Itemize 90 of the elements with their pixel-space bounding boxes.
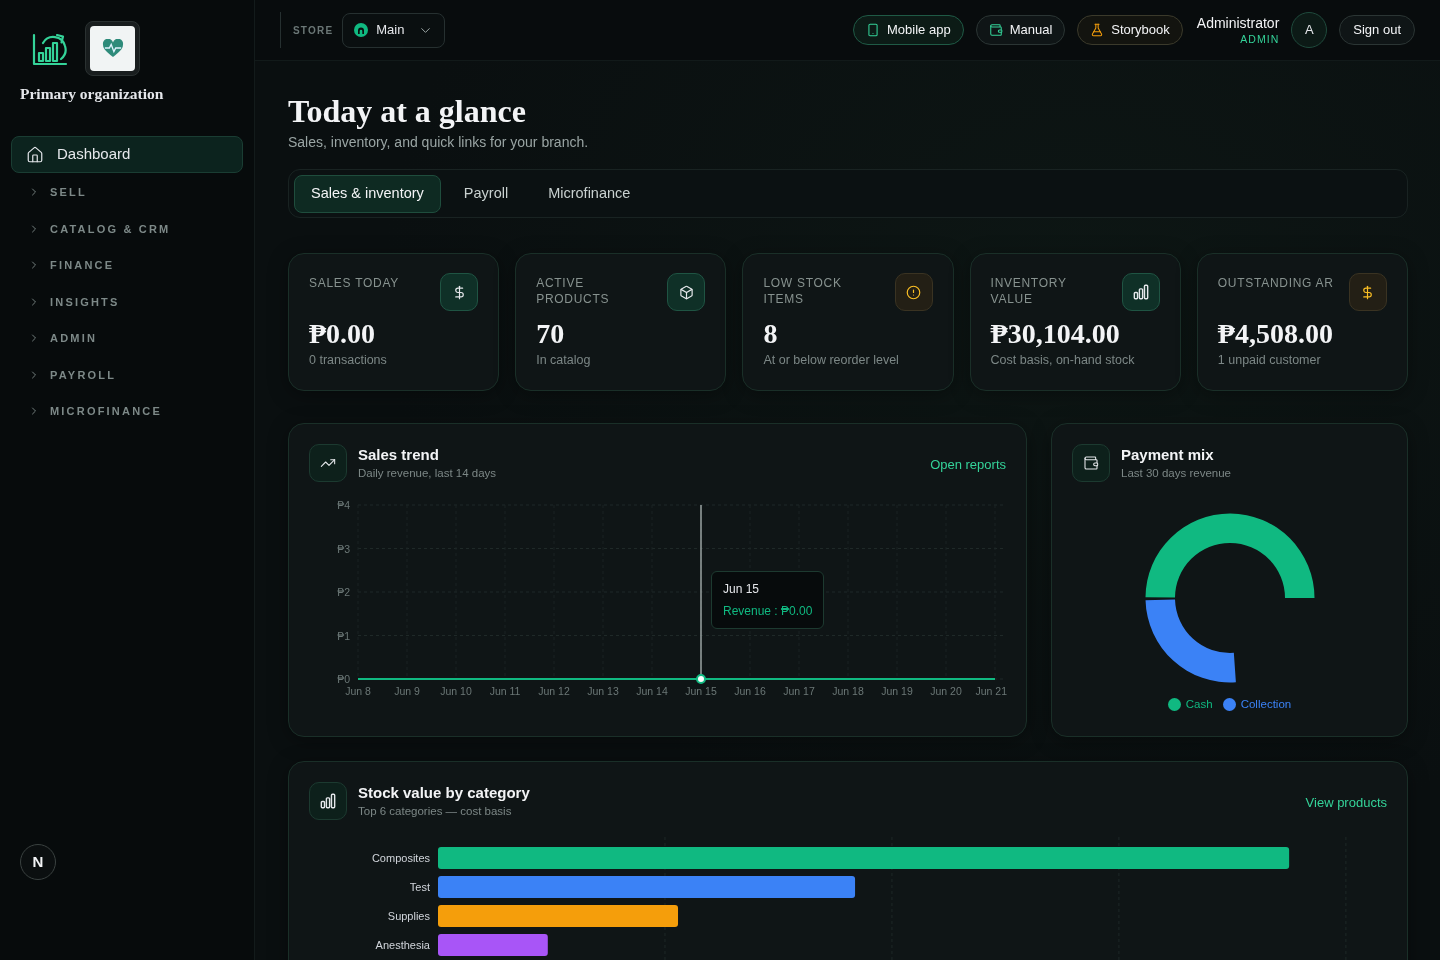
bar-chart-icon: [1121, 273, 1160, 311]
growth-chart-icon: [32, 31, 68, 66]
card-subtitle: Last 30 days revenue: [1121, 466, 1231, 481]
bar-chart-icon: [309, 782, 347, 820]
axis-label: Jun 9: [394, 685, 420, 697]
dashboard-nav-link[interactable]: Dashboard: [11, 136, 243, 173]
sidebar-group[interactable]: FINANCE: [11, 247, 243, 284]
sidebar-group[interactable]: CATALOG & CRM: [11, 210, 243, 247]
axis-label: Jun 17: [783, 685, 815, 697]
stat-value: ₱30,104.00: [990, 317, 1120, 351]
card-title: Stock value by category: [358, 783, 530, 803]
stat-caption: 0 transactions: [309, 352, 387, 368]
axis-label: Jun 20: [930, 685, 962, 697]
axis-label: ₱2: [337, 586, 350, 598]
sidebar-group[interactable]: INSIGHTS: [11, 283, 243, 320]
axis-label: Jun 12: [538, 685, 570, 697]
stat-value: 8: [763, 317, 778, 351]
axis-label: ₱4: [337, 499, 350, 511]
sidebar-group[interactable]: ADMIN: [11, 320, 243, 357]
user-avatar[interactable]: A: [1291, 12, 1328, 48]
axis-label: Jun 10: [440, 685, 472, 697]
axis-label: Jun 21: [975, 685, 1007, 697]
tab[interactable]: Payroll: [446, 174, 526, 213]
legend-label: Cash: [1185, 697, 1213, 712]
axis-label: ₱3: [337, 542, 350, 555]
axis-label: Jun 19: [881, 685, 913, 697]
stat-caption: Cost basis, on-hand stock: [990, 352, 1135, 368]
header-link-button[interactable]: Storybook: [1077, 15, 1183, 45]
alert-icon: [894, 273, 933, 311]
stat-label: OUTSTANDING AR: [1217, 275, 1335, 291]
category-label: Test: [409, 881, 430, 893]
trend-up-icon: [309, 444, 347, 482]
legend-label: Collection: [1240, 697, 1292, 712]
stat-label: LOW STOCK ITEMS: [763, 275, 843, 307]
sidebar-group[interactable]: SELL: [11, 174, 243, 211]
flask-icon: [1090, 23, 1105, 37]
sign-out-button[interactable]: Sign out: [1339, 15, 1415, 45]
stat-caption: 1 unpaid customer: [1217, 352, 1321, 368]
tab[interactable]: Microfinance: [531, 174, 648, 213]
user-role: ADMIN: [1240, 32, 1280, 46]
axis-label: ₱0: [337, 673, 350, 685]
header-link-button[interactable]: Mobile app: [853, 15, 964, 45]
store-icon: [354, 23, 369, 37]
axis-label: Jun 11: [489, 685, 521, 697]
card-link[interactable]: Open reports: [930, 455, 1006, 475]
card-title: Payment mix: [1121, 445, 1214, 465]
organization-name: Primary organization: [20, 84, 164, 104]
stat-label: ACTIVE PRODUCTS: [536, 275, 611, 307]
card-link[interactable]: View products: [1305, 793, 1387, 813]
store-select[interactable]: Main: [342, 12, 446, 48]
axis-label: Jun 14: [636, 685, 668, 697]
store-label: STORE: [293, 23, 334, 38]
stat-value: ₱4,508.00: [1217, 317, 1333, 351]
stat-label: INVENTORY VALUE: [990, 275, 1068, 307]
stat-value: ₱0.00: [309, 317, 376, 351]
category-label: Supplies: [387, 910, 430, 922]
card-subtitle: Top 6 categories — cost basis: [358, 804, 512, 819]
tooltip-value: Revenue : ₱0.00: [723, 603, 813, 619]
tooltip-title: Jun 15: [723, 581, 761, 597]
header-link-button[interactable]: Manual: [975, 15, 1066, 45]
stat-caption: At or below reorder level: [763, 352, 899, 368]
axis-label: Jun 8: [345, 685, 371, 697]
sidebar-group[interactable]: PAYROLL: [11, 356, 243, 393]
tab[interactable]: Sales & inventory: [294, 174, 441, 213]
page-title: Today at a glance: [288, 92, 526, 131]
axis-label: ₱1: [337, 629, 350, 642]
axis-label: Jun 15: [685, 685, 717, 697]
dollar-icon: [440, 273, 479, 311]
dev-badge-button[interactable]: N: [20, 844, 56, 880]
stat-value: 70: [536, 317, 565, 351]
category-label: Composites: [371, 852, 430, 864]
dollar-icon: [1349, 273, 1387, 311]
active-point: [696, 674, 706, 684]
stat-label: SALES TODAY: [309, 275, 400, 291]
axis-label: Jun 16: [734, 685, 766, 697]
card-title: Sales trend: [358, 445, 439, 465]
phone-icon: [866, 23, 881, 37]
stat-caption: In catalog: [536, 352, 591, 368]
page-subtitle: Sales, inventory, and quick links for your branch.: [288, 133, 589, 152]
wallet-icon: [1072, 444, 1110, 482]
axis-label: Jun 13: [587, 685, 619, 697]
card-subtitle: Daily revenue, last 14 days: [358, 466, 497, 481]
axis-label: Jun 18: [832, 685, 864, 697]
category-label: Anesthesia: [375, 939, 430, 951]
cube-icon: [667, 273, 706, 311]
heart-logo-icon: [85, 21, 140, 76]
wallet-icon: [988, 23, 1003, 37]
user-name: Administrator: [1196, 14, 1280, 32]
home-icon: [26, 145, 44, 164]
sidebar-group[interactable]: MICROFINANCE: [11, 393, 243, 430]
